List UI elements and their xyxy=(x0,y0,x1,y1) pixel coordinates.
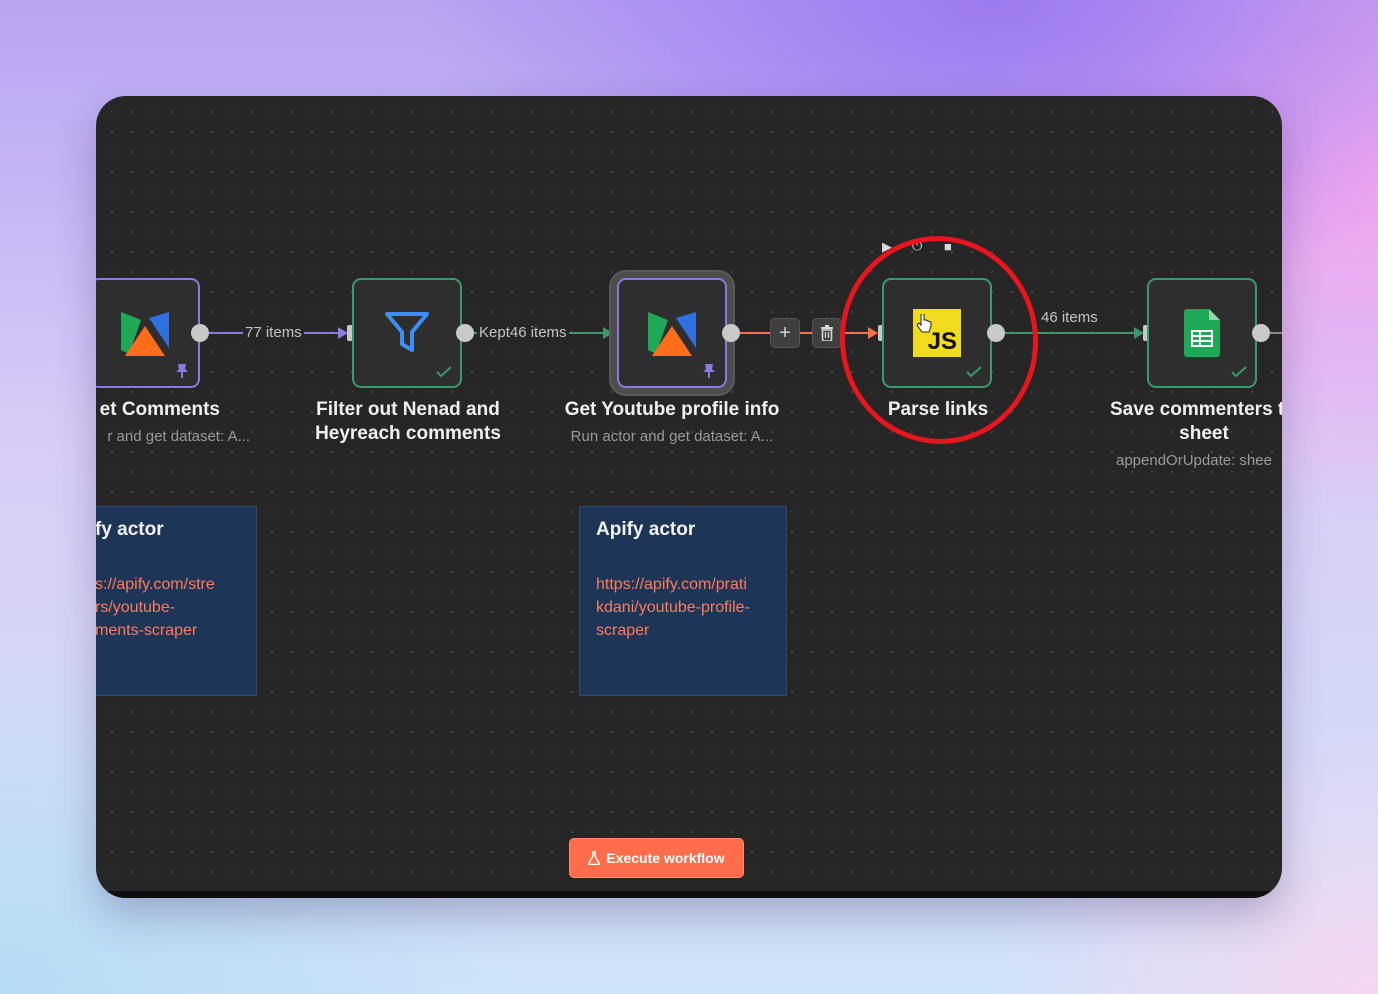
execute-workflow-button[interactable]: Execute workflow xyxy=(569,838,744,878)
note-link-2-line-3[interactable]: scraper xyxy=(596,619,770,642)
output-handle-3[interactable] xyxy=(722,324,740,342)
node-filter[interactable] xyxy=(352,278,462,388)
execute-workflow-label: Execute workflow xyxy=(606,850,725,866)
node-title-5-line-2: sheet xyxy=(1179,423,1229,444)
note-link-1-line-1[interactable]: s://apify.com/stre xyxy=(96,573,240,596)
pin-icon xyxy=(703,364,715,378)
sticky-note-1[interactable]: fy actor s://apify.com/stre rs/youtube- … xyxy=(96,506,257,696)
node-get-youtube-profile[interactable] xyxy=(617,278,727,388)
apify-icon xyxy=(648,312,696,356)
delete-connection-button[interactable] xyxy=(812,318,842,348)
add-node-button[interactable]: + xyxy=(770,318,800,348)
note-link-1-line-2[interactable]: rs/youtube- xyxy=(96,596,240,619)
connections-layer xyxy=(209,327,1282,339)
apify-icon xyxy=(121,312,169,356)
note-link-2-line-2[interactable]: kdani/youtube-profile- xyxy=(596,596,770,619)
filter-icon xyxy=(385,312,429,352)
node-title-3: Get Youtube profile info xyxy=(564,399,780,420)
node-subtitle-3: Run actor and get dataset: A... xyxy=(570,428,774,445)
workflow-canvas[interactable]: 77 items Kept46 items 46 items + et Comm… xyxy=(96,96,1282,898)
node-subtitle-1: r and get dataset: A... xyxy=(107,428,250,445)
edge-label-4: 46 items xyxy=(1039,309,1100,326)
node-title-2-line-1: Filter out Nenad and xyxy=(316,399,500,420)
pin-icon xyxy=(176,364,188,378)
note-title-2: Apify actor xyxy=(596,519,696,540)
node-subtitle-5: appendOrUpdate: shee xyxy=(1116,452,1272,469)
success-check-icon xyxy=(1231,366,1247,378)
trash-icon xyxy=(821,325,833,341)
flask-icon xyxy=(588,851,601,865)
edge-label-2: Kept46 items xyxy=(477,324,569,341)
node-title-5-line-1: Save commenters t xyxy=(1110,399,1282,420)
node-title-1: et Comments xyxy=(99,399,220,420)
output-handle-2[interactable] xyxy=(456,324,474,342)
edge-label-1: 77 items xyxy=(243,324,304,341)
success-check-icon xyxy=(436,366,452,378)
google-sheets-icon xyxy=(1184,309,1220,357)
node-save-commenters[interactable] xyxy=(1147,278,1257,388)
output-handle-1[interactable] xyxy=(191,324,209,342)
note-title-1: fy actor xyxy=(96,519,164,540)
note-link-2-line-1[interactable]: https://apify.com/prati xyxy=(596,573,770,596)
sticky-note-2[interactable]: Apify actor https://apify.com/prati kdan… xyxy=(579,506,787,696)
hand-cursor-icon xyxy=(916,314,932,333)
output-handle-5[interactable] xyxy=(1252,324,1270,342)
note-link-1-line-3[interactable]: ments-scraper xyxy=(96,619,240,642)
node-title-2-line-2: Heyreach comments xyxy=(315,423,501,444)
node-get-comments[interactable] xyxy=(96,278,200,388)
